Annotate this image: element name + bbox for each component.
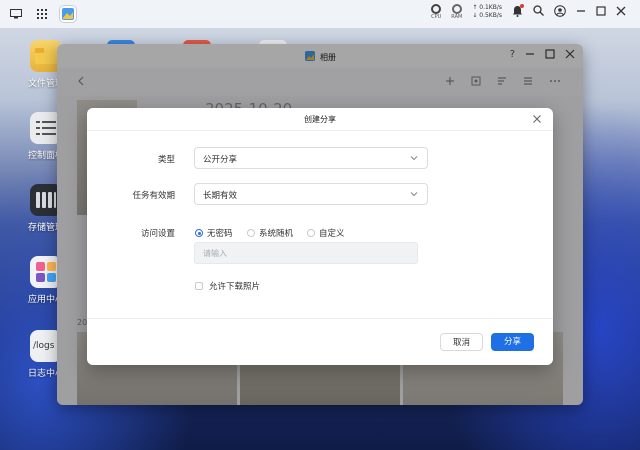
validity-label: 任务有效期 — [132, 191, 175, 201]
search-icon[interactable] — [533, 5, 544, 19]
upload-speed: 0.1KB/s — [479, 4, 502, 11]
user-avatar-icon[interactable] — [554, 4, 566, 20]
cancel-button[interactable]: 取消 — [440, 333, 483, 351]
close-all-icon[interactable] — [616, 6, 626, 19]
allow-download-label: 允许下载照片 — [209, 282, 261, 292]
type-select-value: 公开分享 — [203, 155, 238, 165]
radio-system-random[interactable]: 系统随机 — [247, 227, 293, 239]
top-bar: CPU RAM ↑ 0.1KB/s ↓ 0.5KB/s — [0, 0, 640, 28]
checkbox-icon — [195, 282, 203, 290]
ram-gauge[interactable]: RAM — [451, 4, 462, 20]
radio-label: 无密码 — [207, 229, 233, 239]
dialog-footer: 取消 分享 — [87, 318, 553, 365]
dialog-header: 创建分享 — [87, 108, 553, 131]
radio-selected-icon — [195, 229, 203, 237]
dialog-close-icon[interactable] — [531, 113, 543, 125]
allow-download-checkbox[interactable]: 允许下载照片 — [195, 280, 260, 292]
download-speed: 0.5KB/s — [479, 12, 502, 19]
chevron-down-icon — [409, 189, 419, 199]
radio-label: 自定义 — [319, 229, 345, 239]
network-speed[interactable]: ↑ 0.1KB/s ↓ 0.5KB/s — [472, 4, 502, 20]
notification-bell-icon[interactable] — [512, 3, 524, 20]
validity-select-value: 长期有效 — [203, 191, 238, 201]
show-desktop-icon[interactable] — [8, 6, 24, 22]
dialog-title: 创建分享 — [304, 115, 336, 124]
minimize-all-icon[interactable] — [576, 6, 586, 19]
radio-unselected-icon — [247, 229, 255, 237]
access-settings-label: 访问设置 — [140, 229, 175, 239]
album-taskbar-icon[interactable] — [60, 6, 76, 22]
type-label: 类型 — [157, 155, 175, 165]
restore-icon[interactable] — [596, 5, 606, 19]
create-share-dialog: 创建分享 类型 公开分享 任务有效期 长期有效 访问设置 无密码 系统随机 自定… — [87, 108, 553, 365]
cpu-gauge[interactable]: CPU — [431, 4, 441, 20]
ram-label: RAM — [451, 14, 463, 20]
radio-no-password[interactable]: 无密码 — [195, 227, 233, 239]
radio-label: 系统随机 — [259, 229, 294, 239]
share-button[interactable]: 分享 — [491, 333, 534, 351]
validity-select[interactable]: 长期有效 — [194, 183, 428, 205]
log-icon-text: /logs — [33, 341, 55, 351]
password-input[interactable]: 请输入 — [194, 242, 418, 264]
type-select[interactable]: 公开分享 — [194, 147, 428, 169]
radio-unselected-icon — [307, 229, 315, 237]
chevron-down-icon — [409, 153, 419, 163]
radio-custom[interactable]: 自定义 — [307, 227, 345, 239]
cpu-label: CPU — [431, 14, 442, 20]
app-grid-icon[interactable] — [34, 6, 50, 22]
